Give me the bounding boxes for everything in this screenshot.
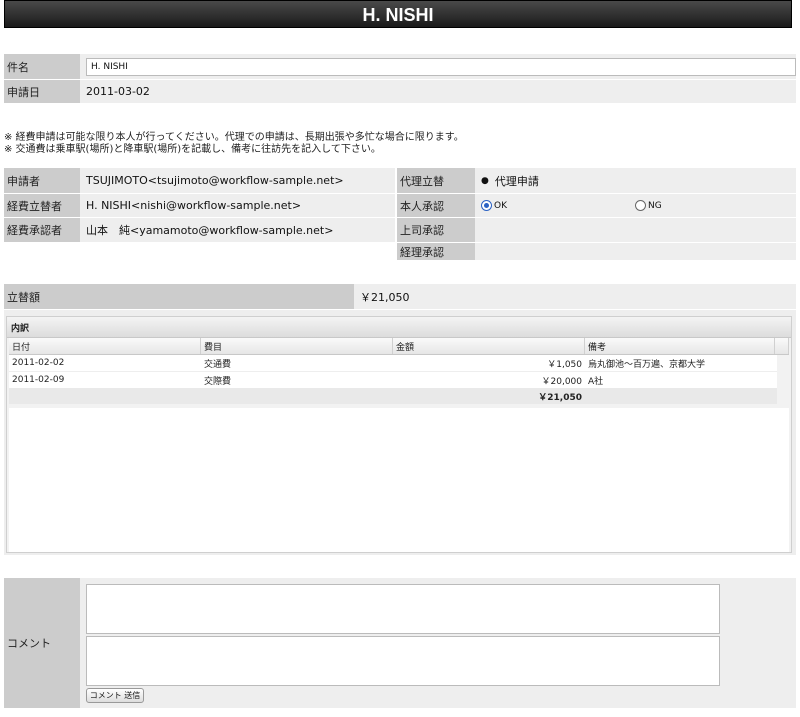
total-spacer bbox=[9, 388, 201, 404]
grid-title: 内訳 bbox=[7, 317, 791, 338]
comment-area: コメント 送信 bbox=[80, 578, 796, 709]
payer-value: H. NISHI<nishi@workflow-sample.net> bbox=[80, 194, 395, 218]
applicant-value: TSUJIMOTO<tsujimoto@workflow-sample.net> bbox=[80, 168, 395, 194]
payer-label: 経費立替者 bbox=[4, 194, 80, 218]
breakdown-area: 内訳 日付 費目 金額 備考 2011-02-02 交通費 ￥1,050 烏丸御… bbox=[4, 310, 796, 555]
table-row[interactable]: 2011-02-09 交際費 ￥20,000 A社 bbox=[9, 371, 777, 388]
total-amount: ￥21,050 bbox=[538, 392, 582, 403]
cell-item: 交際費 bbox=[204, 376, 232, 387]
accounting-approval-label: 経理承認 bbox=[397, 243, 475, 261]
note-line: ※ 経費申請は可能な限り本人が行ってください。代理での申請は、長期出張や多忙な場… bbox=[4, 132, 464, 143]
bullet-icon: ● bbox=[481, 175, 489, 186]
self-approval-ok[interactable]: OK bbox=[481, 200, 635, 211]
proxy-value: ● 代理申請 bbox=[475, 168, 796, 194]
cell-note: A社 bbox=[588, 376, 604, 387]
proxy-value-text: 代理申請 bbox=[494, 174, 539, 188]
radio-selected-icon[interactable] bbox=[481, 200, 492, 211]
date-value: 2011-03-02 bbox=[80, 80, 796, 104]
col-note[interactable]: 備考 bbox=[585, 338, 775, 354]
col-spacer bbox=[775, 338, 789, 354]
grid-header-row: 日付 費目 金額 備考 bbox=[9, 338, 789, 355]
comment-history bbox=[86, 584, 720, 634]
col-item[interactable]: 費目 bbox=[201, 338, 393, 354]
breakdown-grid: 内訳 日付 費目 金額 備考 2011-02-02 交通費 ￥1,050 烏丸御… bbox=[6, 316, 792, 553]
cell-date: 2011-02-02 bbox=[12, 358, 65, 368]
comment-submit-button[interactable]: コメント 送信 bbox=[86, 688, 144, 703]
approver-value: 山本 純<yamamoto@workflow-sample.net> bbox=[80, 218, 395, 243]
self-approval-options: OK NG bbox=[475, 194, 796, 218]
amount-value: ￥21,050 bbox=[354, 284, 796, 310]
total-row: ￥21,050 bbox=[9, 388, 777, 404]
self-approval-ok-label: OK bbox=[494, 200, 507, 211]
boss-approval-value bbox=[475, 218, 796, 243]
self-approval-ng-label: NG bbox=[648, 200, 662, 211]
radio-icon[interactable] bbox=[635, 200, 646, 211]
cell-note: 烏丸御池〜百万遍、京都大学 bbox=[588, 359, 706, 370]
page-title: H. NISHI bbox=[4, 0, 792, 28]
approver-label: 経費承認者 bbox=[4, 218, 80, 243]
comment-input[interactable] bbox=[86, 636, 720, 686]
notes: ※ 経費申請は可能な限り本人が行ってください。代理での申請は、長期出張や多忙な場… bbox=[4, 132, 784, 156]
cell-date: 2011-02-09 bbox=[12, 375, 65, 385]
self-approval-label: 本人承認 bbox=[397, 194, 475, 218]
total-spacer bbox=[201, 388, 393, 404]
grid-empty-area bbox=[9, 408, 789, 552]
cell-amount: ￥1,050 bbox=[547, 359, 582, 370]
subject-row: H. NISHI bbox=[80, 54, 796, 80]
applicant-label: 申請者 bbox=[4, 168, 80, 194]
date-label: 申請日 bbox=[4, 80, 80, 104]
total-spacer bbox=[585, 388, 775, 404]
self-approval-ng[interactable]: NG bbox=[635, 200, 662, 211]
table-row[interactable]: 2011-02-02 交通費 ￥1,050 烏丸御池〜百万遍、京都大学 bbox=[9, 355, 777, 371]
comment-label: コメント bbox=[4, 578, 80, 709]
note-line: ※ 交通費は乗車駅(場所)と降車駅(場所)を記載し、備考に往訪先を記入して下さい… bbox=[4, 144, 381, 155]
col-date[interactable]: 日付 bbox=[9, 338, 201, 354]
cell-item: 交通費 bbox=[204, 359, 232, 370]
subject-input[interactable]: H. NISHI bbox=[86, 57, 796, 76]
subject-label: 件名 bbox=[4, 54, 80, 80]
amount-label: 立替額 bbox=[4, 284, 354, 310]
cell-amount: ￥20,000 bbox=[541, 376, 583, 387]
boss-approval-label: 上司承認 bbox=[397, 218, 475, 243]
proxy-label: 代理立替 bbox=[397, 168, 475, 194]
col-amount[interactable]: 金額 bbox=[393, 338, 585, 354]
accounting-approval-value bbox=[475, 243, 796, 261]
